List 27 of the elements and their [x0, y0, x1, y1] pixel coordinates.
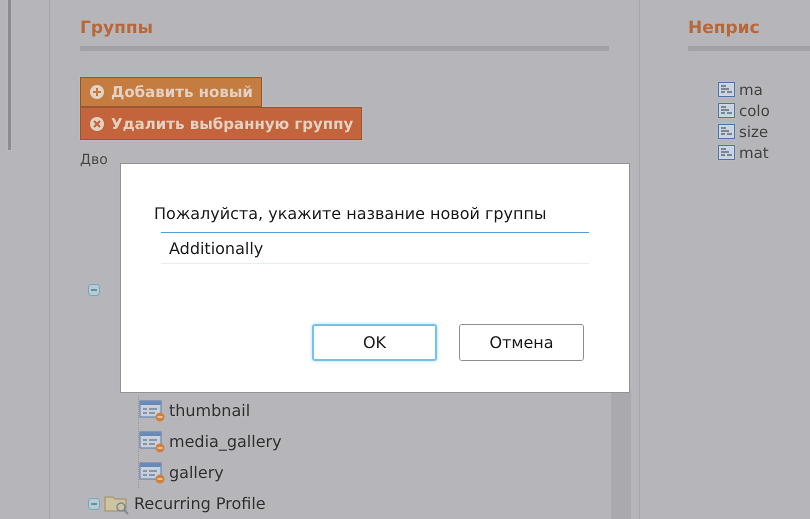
panel-title: Неприс [688, 18, 810, 51]
attribute-item[interactable]: mat [739, 144, 769, 162]
list-icon [718, 82, 735, 97]
attribute-icon [139, 400, 165, 422]
tree-item[interactable]: media_gallery [169, 432, 282, 451]
tree-item[interactable]: Recurring Profile [134, 494, 266, 513]
attribute-icon [139, 462, 165, 484]
list-icon [718, 124, 735, 139]
collapse-icon[interactable] [88, 498, 100, 510]
attribute-item[interactable]: ma [739, 80, 763, 98]
scrollbar[interactable] [611, 390, 631, 519]
group-name-field[interactable]: Additionally [161, 232, 589, 264]
hint-text: Дво [80, 152, 109, 168]
cancel-button[interactable]: Отмена [459, 324, 584, 361]
panel-title: Группы [80, 18, 609, 51]
collapse-icon[interactable] [88, 284, 100, 296]
tree-item[interactable]: thumbnail [169, 401, 250, 420]
dialog-message: Пожалуйста, укажите название новой группы [154, 204, 548, 223]
ok-button[interactable]: OK [312, 324, 437, 361]
attribute-item[interactable]: size [739, 122, 768, 140]
attribute-item[interactable]: colo [739, 102, 770, 120]
list-icon [718, 103, 735, 118]
tree-item[interactable]: gallery [169, 463, 224, 482]
plus-icon [89, 84, 105, 100]
close-icon [89, 116, 105, 132]
attribute-icon [139, 430, 165, 452]
list-icon [718, 145, 735, 160]
